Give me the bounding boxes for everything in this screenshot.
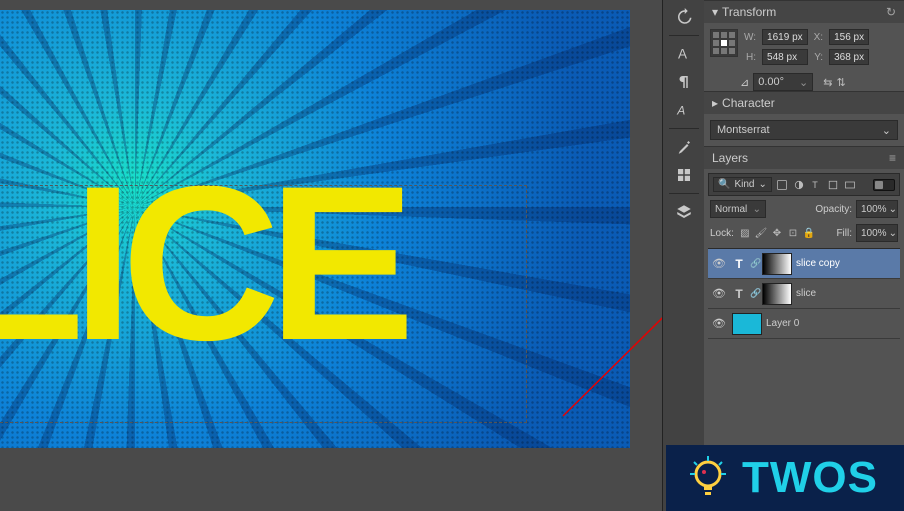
brush-icon[interactable]	[671, 134, 697, 160]
layer-list: 👁 T 🔗 slice copy 👁 T 🔗 slice 👁 Layer	[708, 248, 900, 339]
filter-type-icon[interactable]: T	[809, 178, 823, 192]
layer-mask-thumb[interactable]	[762, 283, 792, 305]
document-canvas[interactable]: LICE	[0, 10, 630, 448]
type-layer-icon: T	[732, 257, 746, 271]
transform-title: Transform	[722, 5, 776, 19]
lightbulb-icon	[684, 454, 732, 502]
visibility-eye-icon[interactable]: 👁	[710, 317, 728, 330]
panel-menu-icon[interactable]: ≡	[889, 151, 896, 165]
layer-slice[interactable]: 👁 T 🔗 slice	[708, 279, 900, 309]
right-dock: A A	[662, 0, 704, 511]
mask-link-icon[interactable]: 🔗	[750, 258, 758, 269]
layers-dock-icon[interactable]	[671, 199, 697, 225]
blend-mode-select[interactable]: Normal⌄	[710, 200, 766, 218]
y-label: Y:	[814, 52, 823, 63]
fill-label: Fill:	[836, 228, 852, 239]
w-input[interactable]: 1619 px	[762, 29, 808, 45]
slice-text: LICE	[0, 175, 403, 351]
filter-kind-select[interactable]: 🔍Kind⌄	[713, 177, 772, 192]
x-label: X:	[814, 32, 823, 43]
angle-label: ⊿	[740, 76, 749, 89]
lock-pixels-icon[interactable]: 🖌	[754, 226, 768, 240]
h-label: H:	[744, 52, 756, 63]
svg-text:A: A	[678, 47, 687, 62]
filter-adjust-icon[interactable]	[792, 178, 806, 192]
chevron-down-icon: ⌄	[882, 124, 891, 137]
collapse-icon[interactable]: ▸	[712, 96, 718, 110]
type-layer-icon: T	[732, 287, 746, 301]
history-icon[interactable]	[671, 4, 697, 30]
character-a-icon[interactable]: A	[671, 41, 697, 67]
layers-title: Layers	[712, 151, 748, 165]
flip-v-icon[interactable]: ⇅	[836, 76, 845, 89]
watermark-badge: TWOS	[666, 445, 904, 511]
w-label: W:	[744, 32, 756, 43]
layer-thumb[interactable]	[732, 313, 762, 335]
font-family-select[interactable]: Montserrat ⌄	[710, 120, 898, 140]
opacity-input[interactable]: 100%⌄	[856, 200, 898, 218]
font-family-value: Montserrat	[717, 124, 770, 136]
reference-point-grid[interactable]	[710, 29, 738, 57]
mask-link-icon[interactable]: 🔗	[750, 288, 758, 299]
filter-shape-icon[interactable]	[826, 178, 840, 192]
lock-label: Lock:	[710, 228, 734, 239]
swatches-icon[interactable]	[671, 162, 697, 188]
reset-icon[interactable]: ↻	[886, 5, 896, 19]
flip-h-icon[interactable]: ⇆	[823, 76, 832, 89]
filter-toggle[interactable]	[873, 179, 895, 191]
angle-input[interactable]: 0.00°⌄	[753, 73, 813, 91]
layer-mask-thumb[interactable]	[762, 253, 792, 275]
layer-name[interactable]: slice	[796, 288, 816, 299]
opacity-label: Opacity:	[815, 204, 852, 215]
filter-pixel-icon[interactable]	[775, 178, 789, 192]
h-input[interactable]: 548 px	[762, 49, 808, 65]
character-title: Character	[722, 96, 775, 110]
layer-name[interactable]: slice copy	[796, 258, 840, 269]
panels-column: ▾ Transform ↻ W: 1619 px X: 156 px H: 54…	[704, 0, 904, 511]
character-panel: ▸ Character Montserrat ⌄	[704, 91, 904, 146]
layer-0[interactable]: 👁 Layer 0	[708, 309, 900, 339]
lock-position-icon[interactable]: ✥	[770, 226, 784, 240]
svg-text:T: T	[812, 180, 818, 190]
transform-panel: ▾ Transform ↻ W: 1619 px X: 156 px H: 54…	[704, 0, 904, 91]
layers-filter-bar: 🔍Kind⌄ T	[708, 173, 900, 196]
visibility-eye-icon[interactable]: 👁	[710, 257, 728, 270]
collapse-icon[interactable]: ▾	[712, 5, 718, 19]
svg-text:A: A	[676, 104, 685, 118]
visibility-eye-icon[interactable]: 👁	[710, 287, 728, 300]
paragraph-icon[interactable]	[671, 69, 697, 95]
fill-input[interactable]: 100%⌄	[856, 224, 898, 242]
lock-transparent-icon[interactable]: ▨	[738, 226, 752, 240]
canvas-area[interactable]: LICE	[0, 0, 662, 511]
filter-smart-icon[interactable]	[843, 178, 857, 192]
layer-slice-copy[interactable]: 👁 T 🔗 slice copy	[708, 249, 900, 279]
y-input[interactable]: 368 px	[829, 49, 869, 65]
watermark-text: TWOS	[742, 453, 878, 503]
layer-name[interactable]: Layer 0	[766, 318, 799, 329]
lock-all-icon[interactable]: 🔒	[802, 226, 816, 240]
glyphs-a-icon[interactable]: A	[671, 97, 697, 123]
lock-artboard-icon[interactable]: ⊡	[786, 226, 800, 240]
x-input[interactable]: 156 px	[829, 29, 869, 45]
